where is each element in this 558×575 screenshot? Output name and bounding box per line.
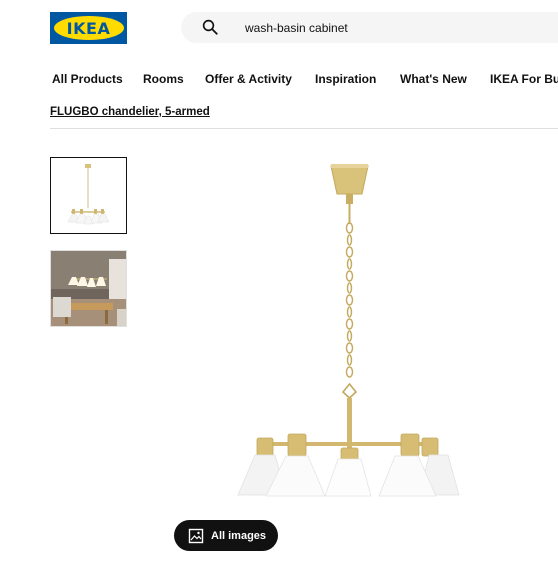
thumbnail-product[interactable] <box>50 157 127 234</box>
gallery-icon <box>188 528 204 543</box>
divider <box>50 128 558 129</box>
thumbnail-room[interactable] <box>50 250 127 327</box>
nav-offer-activity[interactable]: Offer & Activity <box>205 72 292 86</box>
thumbnail-room-image <box>51 251 126 326</box>
thumbnail-chandelier-image <box>67 164 110 225</box>
product-main-image <box>237 164 460 497</box>
search-icon[interactable] <box>201 18 219 36</box>
ikea-logo[interactable]: IKEA <box>50 12 127 44</box>
logo-oval: IKEA <box>53 16 124 40</box>
nav-rooms[interactable]: Rooms <box>143 72 184 86</box>
chain <box>345 222 354 378</box>
nav-ikea-for-business[interactable]: IKEA For Bus <box>490 72 558 86</box>
lamp-shades <box>237 454 460 497</box>
nav-inspiration[interactable]: Inspiration <box>315 72 376 86</box>
search-bar[interactable] <box>181 12 558 43</box>
search-input[interactable] <box>245 12 545 43</box>
nav-all-products[interactable]: All Products <box>52 72 123 86</box>
all-images-button[interactable]: All images <box>174 520 278 551</box>
main-nav: All Products Rooms Offer & Activity Insp… <box>0 72 558 88</box>
nav-whats-new[interactable]: What's New <box>400 72 467 86</box>
logo-text: IKEA <box>66 18 111 38</box>
breadcrumb-product[interactable]: FLUGBO chandelier, 5-armed <box>50 106 210 118</box>
all-images-label: All images <box>211 529 267 542</box>
